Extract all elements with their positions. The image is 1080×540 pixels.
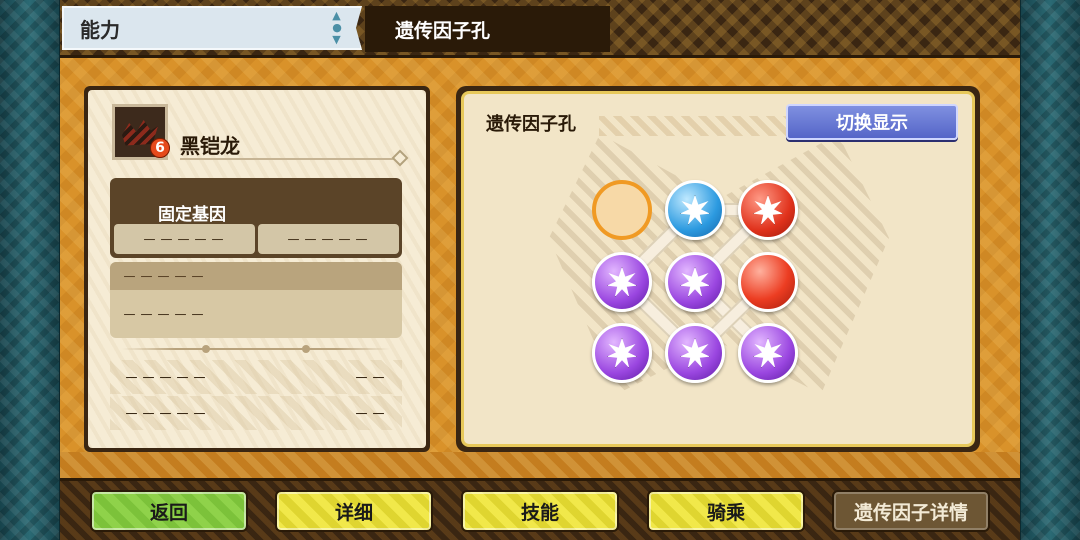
- rarity-badge: 6: [150, 138, 170, 158]
- stat-row: －－－－－ －－: [110, 360, 402, 394]
- skills-button[interactable]: 技能: [461, 490, 619, 532]
- monster-name: 黑铠龙: [180, 134, 240, 158]
- purple-gene-slot[interactable]: [592, 252, 652, 312]
- stat-label: －－－－－: [124, 404, 210, 423]
- burst-icon: [680, 195, 710, 225]
- stat-row: －－－－－ －－: [110, 396, 402, 430]
- gene-info-body: －－－－－: [122, 305, 208, 324]
- burst-icon: [753, 195, 783, 225]
- burst-icon: [607, 267, 637, 297]
- stat-value: －－: [353, 404, 388, 423]
- divider: [122, 345, 390, 353]
- burst-icon: [607, 338, 637, 368]
- gene-info-head: －－－－－: [110, 262, 402, 290]
- ability-tab[interactable]: 能力: [62, 6, 362, 50]
- empty-slot[interactable]: [592, 180, 652, 240]
- gene-slot-panel: 遗传因子孔 切换显示: [456, 86, 980, 452]
- burst-icon: [753, 338, 783, 368]
- up-down-arrows-icon[interactable]: ▲ ● ▼: [326, 8, 348, 48]
- burst-icon: [680, 267, 710, 297]
- detail-button[interactable]: 详细: [275, 490, 433, 532]
- name-underline: [180, 158, 394, 160]
- left-border: [0, 0, 62, 540]
- purple-gene-slot[interactable]: [738, 323, 798, 383]
- purple-gene-slot[interactable]: [665, 323, 725, 383]
- burst-icon: [680, 338, 710, 368]
- stat-label: －－－－－: [124, 368, 210, 387]
- ride-button[interactable]: 骑乘: [647, 490, 805, 532]
- fixed-gene-slot: －－－－－: [114, 224, 255, 254]
- red-gene-slot[interactable]: [738, 180, 798, 240]
- page-title: 遗传因子孔: [365, 6, 610, 52]
- diamond-icon: [391, 149, 409, 167]
- bottom-strip: [60, 452, 1020, 478]
- red-plain-slot[interactable]: [738, 252, 798, 312]
- blue-gene-slot[interactable]: [665, 180, 725, 240]
- gene-slot-grid: [464, 94, 972, 444]
- ability-tab-label: 能力: [80, 17, 120, 42]
- purple-gene-slot[interactable]: [592, 323, 652, 383]
- back-button[interactable]: 返回: [90, 490, 248, 532]
- fixed-gene-slot: －－－－－: [258, 224, 399, 254]
- gene-detail-button[interactable]: 遗传因子详情: [832, 490, 990, 532]
- purple-gene-slot[interactable]: [665, 252, 725, 312]
- fixed-genes-box: 固定基因 －－－－－ －－－－－: [110, 178, 402, 258]
- gene-info-box: －－－－－ －－－－－: [110, 262, 402, 338]
- stat-value: －－: [353, 368, 388, 387]
- monster-info-panel: 6 黑铠龙 固定基因 －－－－－ －－－－－ －－－－－ －－－－－ －－－－－…: [84, 86, 430, 452]
- fixed-genes-title: 固定基因: [158, 205, 226, 225]
- right-border: [1018, 0, 1080, 540]
